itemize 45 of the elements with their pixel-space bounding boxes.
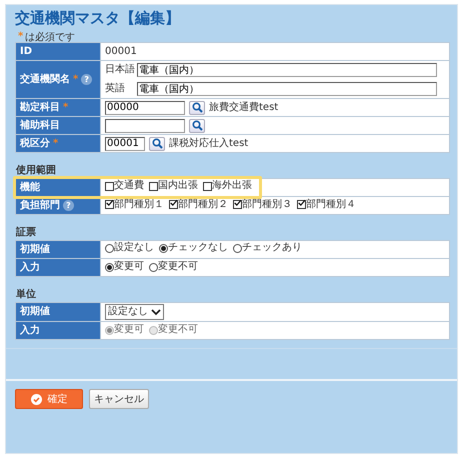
field-label: 補助科目	[20, 120, 60, 132]
option-label: 変更不可	[158, 324, 198, 336]
option-label: 海外出張	[212, 180, 252, 192]
option-label: 国内出張	[158, 180, 198, 192]
input-field[interactable]: 電車（国内）	[137, 82, 437, 96]
input-field[interactable]: 電車（国内）	[137, 63, 437, 77]
field-label: 初期値	[20, 244, 50, 256]
option-label: 交通費	[114, 180, 144, 192]
field-label: 入力	[20, 262, 40, 274]
option-label: チェックあり	[242, 242, 302, 254]
required-mark: *	[63, 102, 68, 114]
field-label: 税区分	[20, 138, 50, 150]
option-label: 変更可	[114, 324, 144, 336]
cancel-button[interactable]: キャンセル	[89, 389, 149, 409]
option-label: 変更可	[114, 261, 144, 274]
select-field[interactable]: 設定なし	[105, 304, 164, 320]
input-field[interactable]: 00001	[105, 136, 145, 150]
field-label: 機能	[20, 182, 40, 194]
required-mark: *	[73, 74, 78, 86]
option-label: 部門種別３	[242, 198, 292, 211]
field-label: ID	[20, 46, 32, 58]
field-value: 00001	[105, 46, 137, 56]
section-heading: 証票	[16, 226, 36, 239]
option-label: 変更不可	[158, 261, 198, 274]
option-label: 部門種別２	[178, 198, 228, 211]
field-label: 交通機関名	[20, 74, 70, 86]
option-label: 部門種別１	[114, 198, 164, 211]
input-field[interactable]: 00000	[105, 100, 185, 114]
option-label: チェックなし	[168, 242, 228, 254]
account-name: 旅費交通費test	[209, 102, 278, 114]
field-label: 初期値	[20, 306, 50, 318]
section-heading: 単位	[16, 288, 36, 301]
field-label: 勘定科目	[20, 102, 60, 114]
required-note: は必須です	[25, 30, 76, 44]
language-label: 日本語	[105, 64, 136, 76]
page-title: 交通機関マスタ【編集】	[15, 8, 180, 29]
required-mark: *	[18, 31, 24, 42]
option-label: 設定なし	[114, 242, 154, 254]
language-label: 英語	[105, 83, 126, 95]
required-mark: *	[53, 138, 58, 150]
field-label: 負担部門	[20, 200, 60, 212]
section-heading: 使用範囲	[16, 164, 56, 177]
field-label: 入力	[20, 324, 40, 336]
option-label: 部門種別４	[306, 198, 356, 211]
account-name: 課税対応仕入test	[169, 138, 248, 150]
